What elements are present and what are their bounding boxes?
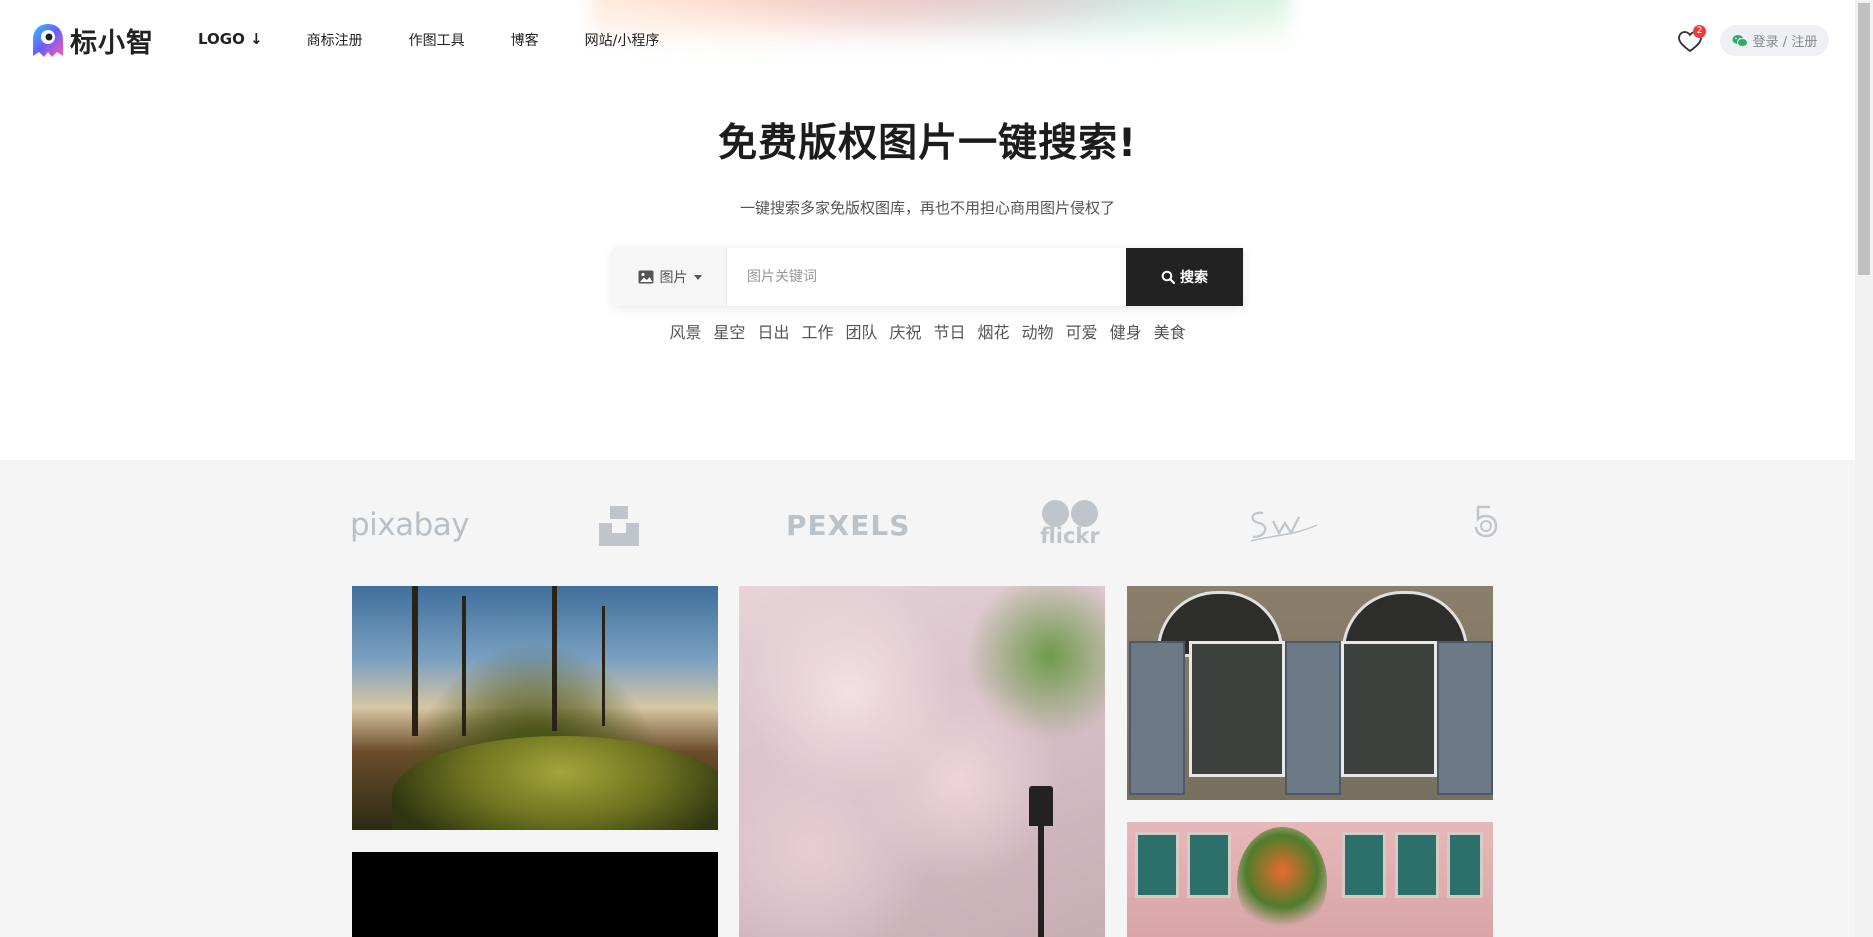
tag-item[interactable]: 健身: [1110, 319, 1142, 343]
search-bar: 图片 搜索: [613, 248, 1243, 306]
tag-item[interactable]: 动物: [1022, 319, 1054, 343]
wechat-icon: [1732, 34, 1748, 47]
tag-item[interactable]: 风景: [669, 319, 701, 343]
tag-item[interactable]: 烟花: [978, 319, 1010, 343]
wechat-login-button[interactable]: 登录 / 注册: [1720, 25, 1829, 56]
nav-trademark[interactable]: 商标注册: [307, 30, 363, 50]
header: 标小智 LOGO ↓ 商标注册 作图工具 博客 网站/小程序 2 登录 / 注册: [0, 0, 1855, 80]
tag-item[interactable]: 美食: [1154, 319, 1186, 343]
source-pexels-logo[interactable]: PEXELS: [786, 500, 910, 550]
brand-name: 标小智: [70, 28, 154, 59]
gallery-photo-dark[interactable]: [352, 852, 718, 937]
tag-item[interactable]: 团队: [845, 319, 877, 343]
gallery-photo-storefront[interactable]: [1127, 586, 1493, 800]
gallery-photo-forest[interactable]: [352, 586, 718, 830]
source-unsplash-logo[interactable]: [597, 500, 641, 550]
search-button[interactable]: 搜索: [1126, 248, 1243, 306]
gallery-photo-cherry-blossom[interactable]: [739, 586, 1105, 937]
main-nav: LOGO ↓ 商标注册 作图工具 博客 网站/小程序: [198, 30, 705, 50]
tag-item[interactable]: 庆祝: [889, 319, 921, 343]
search-type-label: 图片: [659, 270, 688, 286]
source-pixabay-logo[interactable]: pixabay: [350, 500, 470, 550]
search-icon: [1161, 270, 1175, 284]
flickr-dots-icon: [1041, 500, 1099, 527]
source-stocksnap-logo[interactable]: [1245, 500, 1321, 550]
page-title: 免费版权图片一键搜索!: [718, 121, 1137, 166]
image-icon: [638, 270, 653, 284]
login-label: 登录 / 注册: [1752, 35, 1818, 50]
source-flickr-logo[interactable]: flickr: [1040, 500, 1100, 550]
tag-item[interactable]: 星空: [713, 319, 745, 343]
search-type-dropdown[interactable]: 图片: [613, 248, 727, 306]
flickr-wordmark: flickr: [1040, 524, 1100, 548]
page-subtitle: 一键搜索多家免版权图库，再也不用担心商用图片侵权了: [739, 199, 1115, 217]
hot-tags: 风景 星空 日出 工作 团队 庆祝 节日 烟花 动物 可爱 健身 美食: [0, 319, 1855, 343]
search-input[interactable]: [727, 248, 1126, 306]
tag-item[interactable]: 工作: [801, 319, 833, 343]
brand-logo[interactable]: 标小智: [30, 21, 154, 60]
nav-blog[interactable]: 博客: [511, 30, 539, 50]
logo-mascot-icon: [33, 23, 63, 57]
nav-website-miniprogram[interactable]: 网站/小程序: [585, 30, 660, 50]
chevron-down-icon: [693, 274, 702, 280]
tag-item[interactable]: 节日: [934, 319, 966, 343]
tag-item[interactable]: 可爱: [1066, 319, 1098, 343]
search-button-label: 搜索: [1180, 270, 1208, 286]
gallery-photo-building[interactable]: [1127, 822, 1493, 937]
nav-design-tools[interactable]: 作图工具: [409, 30, 465, 50]
favorites-count-badge: 2: [1693, 25, 1706, 38]
source-500px-logo[interactable]: [1470, 500, 1500, 550]
nav-logo[interactable]: LOGO ↓: [198, 30, 263, 50]
tag-item[interactable]: 日出: [757, 319, 789, 343]
scrollbar-thumb[interactable]: [1858, 3, 1870, 275]
